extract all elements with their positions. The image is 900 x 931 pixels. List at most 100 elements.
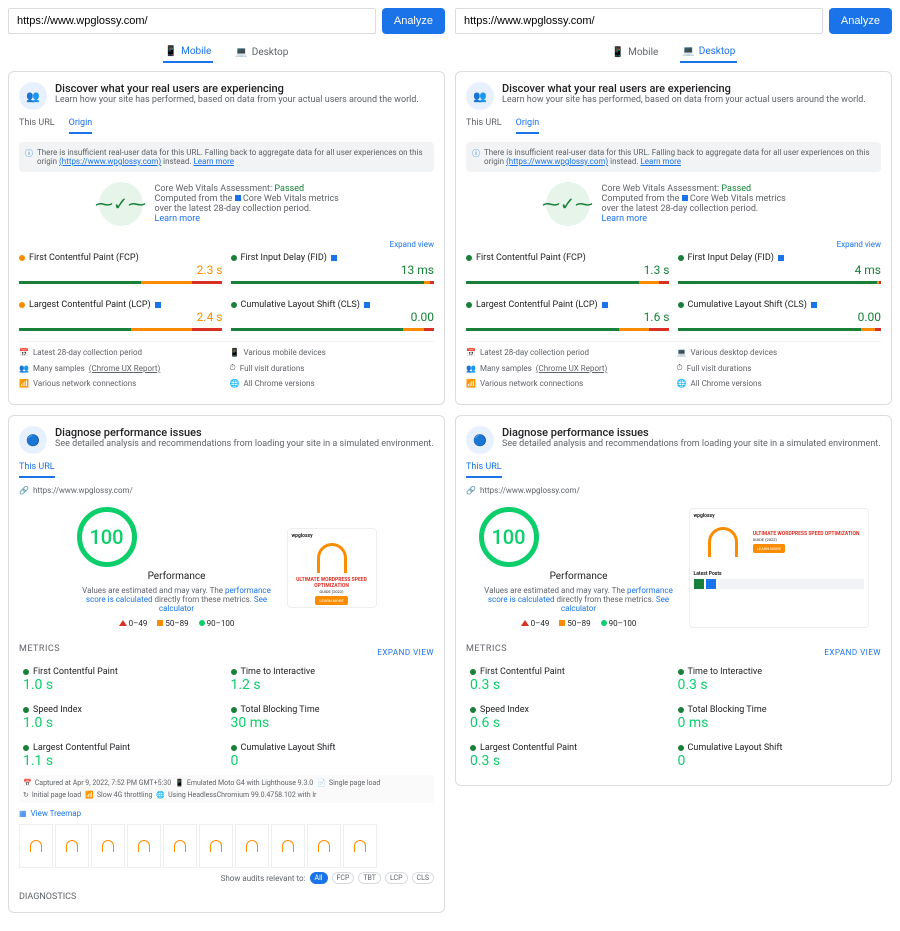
performance-score: 100 bbox=[479, 507, 539, 567]
lab-metric: Total Blocking Time 30 ms bbox=[227, 699, 435, 737]
url-input[interactable] bbox=[8, 8, 376, 34]
detail-visit: ⏱ Full visit durations bbox=[230, 363, 435, 373]
lab-metric: First Contentful Paint 0.3 s bbox=[466, 661, 674, 699]
expand-field-data[interactable]: Expand view bbox=[19, 240, 434, 249]
lab-metric: Cumulative Layout Shift 0 bbox=[674, 737, 882, 775]
crux-link[interactable]: (Chrome UX Report) bbox=[536, 364, 608, 373]
desktop-icon: 💻 bbox=[235, 47, 247, 58]
mobile-icon: 📱 bbox=[612, 47, 624, 58]
diagnose-panel: 🔵 Diagnose performance issues See detail… bbox=[8, 415, 445, 913]
view-treemap-button[interactable]: ▦ View Treemap bbox=[19, 809, 434, 818]
diagnose-panel: 🔵 Diagnose performance issues See detail… bbox=[455, 415, 892, 786]
tested-url: 🔗 https://www.wpglossy.com/ bbox=[466, 486, 881, 495]
page-screenshot: wpglossy ULTIMATE WORDPRESS SPEED OPTIMI… bbox=[689, 508, 869, 628]
info-icon: ⓘ bbox=[25, 148, 33, 166]
gauge-icon: 🔵 bbox=[466, 426, 494, 454]
insufficient-data-notice: ⓘ There is insufficient real-user data f… bbox=[466, 142, 881, 172]
discover-subtitle: Learn how your site has performed, based… bbox=[55, 95, 419, 105]
lab-metric: Time to Interactive 1.2 s bbox=[227, 661, 435, 699]
filmstrip-frame bbox=[55, 824, 89, 868]
lab-metric: Cumulative Layout Shift 0 bbox=[227, 737, 435, 775]
lab-metric: Largest Contentful Paint 0.3 s bbox=[466, 737, 674, 775]
filmstrip-frame bbox=[343, 824, 377, 868]
discover-subtitle: Learn how your site has performed, based… bbox=[502, 95, 866, 105]
crux-link[interactable]: (Chrome UX Report) bbox=[89, 364, 161, 373]
discover-panel: 👥 Discover what your real users are expe… bbox=[8, 71, 445, 405]
expand-field-data[interactable]: Expand view bbox=[466, 240, 881, 249]
lab-metric: Largest Contentful Paint 1.1 s bbox=[19, 737, 227, 775]
filmstrip-frame bbox=[271, 824, 305, 868]
lab-metric: Time to Interactive 0.3 s bbox=[674, 661, 882, 699]
detail-period: 📅 Latest 28-day collection period bbox=[466, 348, 671, 357]
field-metric: First Input Delay (FID) 13 ms bbox=[231, 249, 435, 288]
detail-samples: 👥 Many samples (Chrome UX Report) bbox=[19, 363, 224, 373]
detail-period: 📅 Latest 28-day collection period bbox=[19, 348, 224, 357]
url-input[interactable] bbox=[455, 8, 823, 34]
learn-more-link[interactable]: Learn more bbox=[193, 157, 233, 166]
field-metric: Cumulative Layout Shift (CLS) 0.00 bbox=[231, 296, 435, 335]
detail-chrome: 🌐 All Chrome versions bbox=[230, 379, 435, 388]
field-metric: Largest Contentful Paint (LCP) 2.4 s bbox=[19, 296, 223, 335]
discover-panel: 👥 Discover what your real users are expe… bbox=[455, 71, 892, 405]
cwv-learn-more[interactable]: Learn more bbox=[602, 214, 802, 224]
subtab-this-url[interactable]: This URL bbox=[466, 118, 502, 134]
subtab-this-url[interactable]: This URL bbox=[19, 118, 55, 134]
lab-metric: Total Blocking Time 0 ms bbox=[674, 699, 882, 737]
filmstrip-frame bbox=[199, 824, 233, 868]
tested-url: 🔗 https://www.wpglossy.com/ bbox=[19, 486, 434, 495]
analyze-button[interactable]: Analyze bbox=[382, 8, 445, 34]
tab-mobile[interactable]: 📱Mobile bbox=[163, 42, 214, 63]
capture-info: 📅 Captured at Apr 9, 2022, 7:52 PM GMT+5… bbox=[19, 775, 434, 803]
info-icon: ⓘ bbox=[472, 148, 480, 166]
filmstrip-frame bbox=[235, 824, 269, 868]
detail-devices: 💻 Various desktop devices bbox=[677, 348, 882, 357]
pulse-icon: ⁓✓⁓ bbox=[99, 182, 143, 226]
gauge-icon: 🔵 bbox=[19, 426, 47, 454]
audit-filter-cls[interactable]: CLS bbox=[412, 872, 434, 884]
tab-mobile[interactable]: 📱Mobile bbox=[610, 42, 661, 63]
audit-filter-tbt[interactable]: TBT bbox=[358, 872, 381, 884]
detail-network: 📶 Various network connections bbox=[19, 379, 224, 388]
detail-samples: 👥 Many samples (Chrome UX Report) bbox=[466, 363, 671, 373]
performance-score: 100 bbox=[77, 507, 137, 567]
lab-metric: Speed Index 0.6 s bbox=[466, 699, 674, 737]
field-metric: First Input Delay (FID) 4 ms bbox=[678, 249, 882, 288]
analyze-button[interactable]: Analyze bbox=[829, 8, 892, 34]
insufficient-data-notice: ⓘ There is insufficient real-user data f… bbox=[19, 142, 434, 172]
detail-devices: 📱 Various mobile devices bbox=[230, 348, 435, 357]
diag-subtab-this-url[interactable]: This URL bbox=[19, 462, 55, 478]
field-metric: First Contentful Paint (FCP) 2.3 s bbox=[19, 249, 223, 288]
expand-lab-metrics[interactable]: Expand view bbox=[377, 648, 434, 657]
tab-desktop[interactable]: 💻Desktop bbox=[233, 42, 290, 63]
field-metric: First Contentful Paint (FCP) 1.3 s bbox=[466, 249, 670, 288]
expand-lab-metrics[interactable]: Expand view bbox=[824, 648, 881, 657]
subtab-origin[interactable]: Origin bbox=[69, 118, 93, 134]
field-metric: Cumulative Layout Shift (CLS) 0.00 bbox=[678, 296, 882, 335]
users-icon: 👥 bbox=[19, 82, 47, 110]
filmstrip-frame bbox=[127, 824, 161, 868]
detail-chrome: 🌐 All Chrome versions bbox=[677, 379, 882, 388]
filmstrip-frame bbox=[91, 824, 125, 868]
desktop-icon: 💻 bbox=[682, 46, 694, 57]
filmstrip bbox=[19, 824, 434, 868]
pulse-icon: ⁓✓⁓ bbox=[546, 182, 590, 226]
audit-filter-all[interactable]: All bbox=[310, 872, 328, 884]
audit-filter-fcp[interactable]: FCP bbox=[332, 872, 355, 884]
lab-metric: First Contentful Paint 1.0 s bbox=[19, 661, 227, 699]
audit-filter-lcp[interactable]: LCP bbox=[385, 872, 408, 884]
discover-title: Discover what your real users are experi… bbox=[502, 82, 866, 95]
lab-metric: Speed Index 1.0 s bbox=[19, 699, 227, 737]
mobile-icon: 📱 bbox=[165, 46, 177, 57]
filmstrip-frame bbox=[19, 824, 53, 868]
subtab-origin[interactable]: Origin bbox=[516, 118, 540, 134]
learn-more-link[interactable]: Learn more bbox=[640, 157, 680, 166]
origin-link[interactable]: (https://www.wpglossy.com) bbox=[59, 157, 161, 166]
detail-visit: ⏱ Full visit durations bbox=[677, 363, 882, 373]
cwv-learn-more[interactable]: Learn more bbox=[155, 214, 355, 224]
page-screenshot: wpglossy ULTIMATE WORDPRESS SPEED OPTIMI… bbox=[287, 528, 377, 608]
users-icon: 👥 bbox=[466, 82, 494, 110]
diag-subtab-this-url[interactable]: This URL bbox=[466, 462, 502, 478]
origin-link[interactable]: (https://www.wpglossy.com) bbox=[506, 157, 608, 166]
field-metric: Largest Contentful Paint (LCP) 1.6 s bbox=[466, 296, 670, 335]
tab-desktop[interactable]: 💻Desktop bbox=[680, 42, 737, 63]
